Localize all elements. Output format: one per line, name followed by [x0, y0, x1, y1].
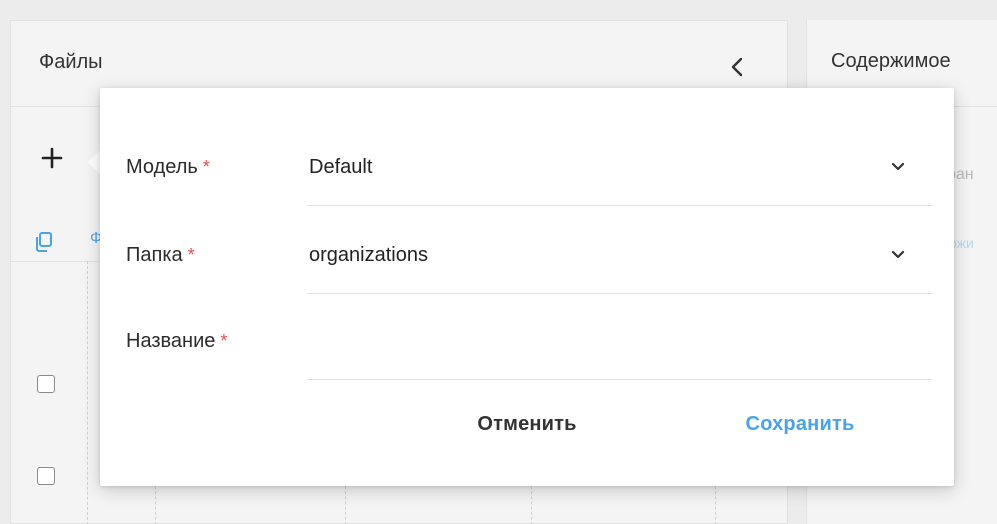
- content-panel-title: Содержимое: [831, 50, 951, 72]
- column-divider: [87, 261, 88, 524]
- copy-icon[interactable]: [33, 231, 55, 253]
- chevron-down-icon[interactable]: [887, 244, 909, 266]
- plus-icon[interactable]: [37, 143, 67, 173]
- folder-field-row: Папка * organizations: [100, 226, 954, 294]
- column-divider: [345, 481, 346, 524]
- required-mark: *: [220, 331, 228, 351]
- name-input[interactable]: [307, 312, 932, 378]
- name-label-text: Название: [126, 330, 216, 352]
- popover-arrow: [88, 150, 100, 174]
- model-label-text: Модель: [126, 156, 198, 178]
- chevron-down-icon[interactable]: [887, 156, 909, 178]
- save-button[interactable]: Сохранить: [720, 406, 880, 442]
- folder-select-value: organizations: [309, 244, 428, 266]
- cancel-button[interactable]: Отменить: [452, 406, 602, 442]
- files-panel-title: Файлы: [39, 51, 103, 73]
- folder-label-text: Папка: [126, 244, 183, 266]
- row-checkbox[interactable]: [37, 467, 55, 485]
- chevron-left-icon[interactable]: [725, 55, 749, 79]
- create-file-dialog: Модель * Default Папка * organizations Наз…: [100, 88, 954, 486]
- folder-select[interactable]: organizations: [307, 226, 932, 294]
- column-divider: [715, 481, 716, 524]
- name-field-row: Название *: [100, 312, 954, 380]
- model-select[interactable]: Default: [307, 138, 932, 206]
- name-field: [307, 312, 932, 380]
- model-label: Модель *: [126, 156, 210, 179]
- model-select-value: Default: [309, 156, 373, 178]
- name-label: Название *: [126, 330, 227, 353]
- column-divider: [531, 481, 532, 524]
- row-checkbox[interactable]: [37, 375, 55, 393]
- column-divider: [155, 481, 156, 524]
- folder-label: Папка *: [126, 244, 195, 267]
- required-mark: *: [202, 157, 210, 177]
- required-mark: *: [187, 245, 195, 265]
- model-field-row: Модель * Default: [100, 138, 954, 206]
